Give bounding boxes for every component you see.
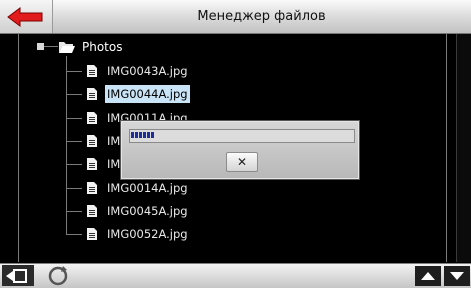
file-label: IMG0044A.jpg [105, 85, 190, 103]
tree-branch [66, 211, 82, 212]
scroll-down-icon [444, 266, 470, 286]
exit-icon [2, 265, 34, 286]
file-label: IMG0052A.jpg [107, 227, 188, 241]
file-label: IM [107, 134, 121, 148]
file-label: IM [107, 157, 121, 171]
exit-button[interactable] [0, 264, 36, 288]
file-label: IMG0045A.jpg [107, 204, 188, 218]
refresh-button[interactable] [44, 264, 72, 288]
progress-fill [131, 132, 155, 138]
document-icon [87, 112, 97, 124]
folder-open-icon [59, 42, 75, 53]
tree-branch [66, 71, 82, 72]
arrow-left-icon [7, 7, 43, 27]
document-icon [87, 88, 97, 100]
document-icon [87, 205, 97, 217]
document-icon [87, 135, 97, 147]
folder-label: Photos [82, 40, 123, 54]
tree-branch [66, 188, 82, 189]
file-label: IMG0043A.jpg [107, 64, 188, 78]
document-icon [87, 65, 97, 77]
tree-branch [66, 118, 82, 119]
title-bar: Менеджер файлов [0, 0, 471, 34]
tree-branch [66, 94, 82, 95]
tree-right-border [446, 34, 447, 262]
page-title: Менеджер файлов [197, 9, 326, 24]
refresh-icon [48, 266, 68, 286]
document-icon [87, 228, 97, 240]
tree-branch [66, 164, 82, 165]
cancel-button[interactable]: ✕ [226, 152, 258, 172]
scrollbar[interactable] [456, 34, 471, 262]
tree-branch [66, 141, 82, 142]
scroll-down-button[interactable] [443, 264, 471, 288]
progress-dialog: ✕ [121, 121, 359, 179]
bottom-toolbar [0, 263, 471, 288]
progress-bar [129, 129, 355, 143]
tree-line-folder [66, 56, 67, 234]
tree-branch [66, 234, 82, 235]
back-button[interactable] [0, 0, 53, 33]
file-label: IMG0014A.jpg [107, 181, 188, 195]
document-icon [87, 182, 97, 194]
folder-node-bullet [37, 43, 44, 50]
scroll-up-icon [415, 266, 441, 286]
document-icon [87, 158, 97, 170]
tree-branch [44, 46, 58, 47]
scroll-up-button[interactable] [414, 264, 442, 288]
tree-line-root [18, 34, 19, 262]
